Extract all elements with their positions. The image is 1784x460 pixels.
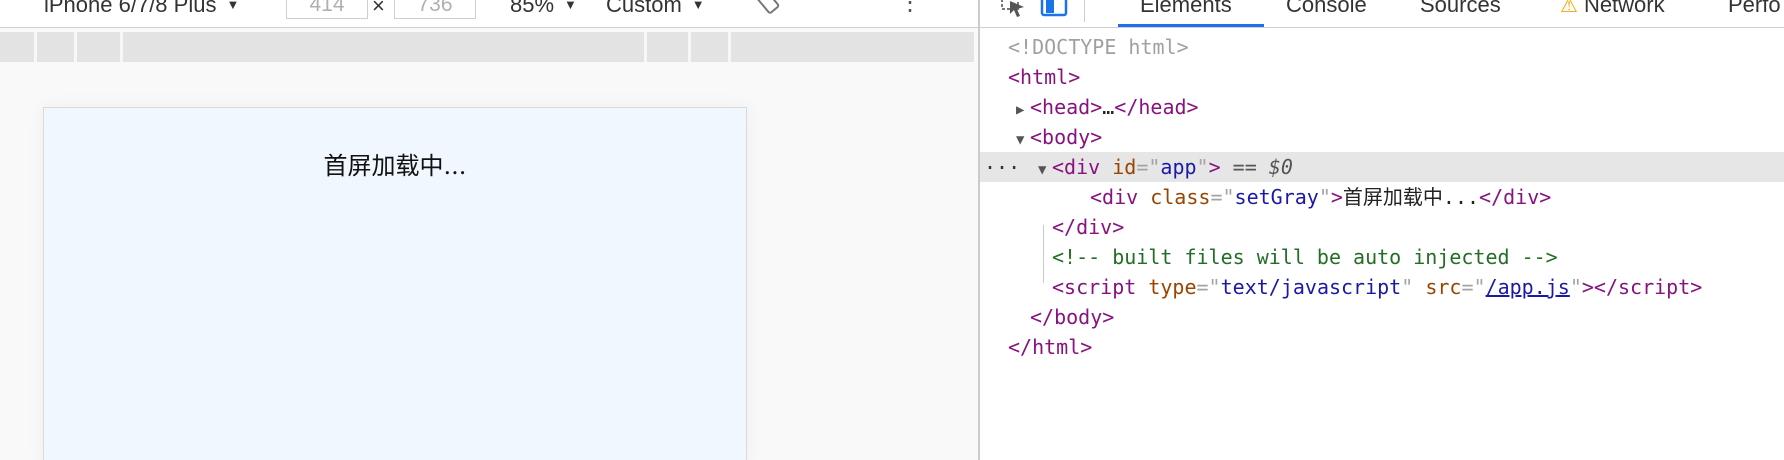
div-gray-tag: div <box>1102 185 1139 209</box>
ruler-divider <box>120 32 123 62</box>
devtools-tabbar: Elements Console Sources ⚠ Network Perfo <box>980 0 1784 28</box>
device-select[interactable]: iPhone 6/7/8 Plus ▼ <box>44 0 239 18</box>
dom-line-body[interactable]: ▼ <body> <box>980 122 1784 152</box>
collapse-triangle-icon[interactable]: ▼ <box>1038 155 1052 185</box>
device-toolbar-toggle[interactable] <box>1040 0 1070 24</box>
chevron-down-icon: ▼ <box>691 0 705 12</box>
chevron-down-icon: ▼ <box>226 0 240 12</box>
ruler-divider <box>74 32 77 62</box>
expand-triangle-icon[interactable]: ▶ <box>1016 95 1030 125</box>
div-app-tag: div <box>1064 155 1101 179</box>
tab-network-label: Network <box>1583 0 1665 17</box>
dom-line-div-app[interactable]: ... ▼ <div id="app"> == $0 <box>980 150 1784 185</box>
script-attr-src: src <box>1425 275 1462 299</box>
div-gray-val: setGray <box>1234 185 1319 209</box>
tab-console[interactable]: Console <box>1286 0 1367 18</box>
height-input[interactable]: 736 <box>394 0 476 19</box>
body-open-tag: <body> <box>1030 125 1103 149</box>
emulated-viewport[interactable]: 首屏加载中... <box>43 107 747 460</box>
html-open-tag: <html> <box>1008 65 1081 89</box>
times-sign: × <box>372 0 385 18</box>
zoom-select[interactable]: 85% ▼ <box>510 0 577 18</box>
device-mode-icon <box>1040 0 1068 17</box>
warning-icon: ⚠ <box>1560 0 1578 17</box>
ruler-divider <box>688 32 691 62</box>
selected-marker: == $0 <box>1232 155 1293 179</box>
width-input[interactable]: 414 <box>286 0 368 19</box>
dom-line-head[interactable]: ▶ <head>…</head> <box>980 92 1784 122</box>
indent-guide <box>1043 225 1044 283</box>
script-close-tag: script <box>1618 275 1691 299</box>
script-tag: script <box>1064 275 1137 299</box>
chevron-down-icon: ▼ <box>564 0 577 12</box>
dom-line-body-close[interactable]: </body> <box>980 302 1784 332</box>
dom-line-comment[interactable]: <!-- built files will be auto injected -… <box>980 242 1784 272</box>
row-more-dots[interactable]: ... <box>984 147 1020 177</box>
inspect-element-button[interactable] <box>1000 0 1028 24</box>
loading-text: 首屏加载中... <box>323 152 467 180</box>
tab-network[interactable]: ⚠ Network <box>1560 0 1665 18</box>
div-gray-attr: class <box>1150 185 1211 209</box>
html-close-tag: </html> <box>1008 335 1093 359</box>
div-gray-text: 首屏加载中... <box>1342 185 1480 209</box>
dom-line-html[interactable]: <html> <box>980 62 1784 92</box>
div-app-attr: id <box>1112 155 1137 179</box>
ruler-divider <box>644 32 647 62</box>
head-close-tag: </head> <box>1114 95 1199 119</box>
ruler-divider <box>728 32 731 62</box>
throttle-value: Custom <box>606 0 682 17</box>
dom-line-html-close[interactable]: </html> <box>980 332 1784 362</box>
device-emulation-pane: iPhone 6/7/8 Plus ▼ 414 × 736 85% ▼ Custom… <box>0 0 978 460</box>
device-name: iPhone 6/7/8 Plus <box>44 0 217 17</box>
ruler-divider <box>34 32 37 62</box>
device-toolbar: iPhone 6/7/8 Plus ▼ 414 × 736 85% ▼ Custom… <box>0 0 978 28</box>
tab-elements[interactable]: Elements <box>1140 0 1232 18</box>
body-close-tag: </body> <box>1030 305 1115 329</box>
script-src-link[interactable]: /app.js <box>1486 275 1570 299</box>
throttle-select[interactable]: Custom ▼ <box>606 0 705 18</box>
media-query-ruler <box>0 32 974 62</box>
head-open-tag: <head> <box>1030 95 1103 119</box>
more-options-icon[interactable]: ⋮ <box>898 0 922 17</box>
dom-line-doctype[interactable]: <!DOCTYPE html> <box>980 32 1784 62</box>
devtools-panel: Elements Console Sources ⚠ Network Perfo … <box>980 0 1784 460</box>
active-tab-indicator <box>1118 24 1264 27</box>
tab-performance[interactable]: Perfo <box>1728 0 1781 18</box>
script-type-val: text/javascript <box>1220 275 1402 299</box>
dom-line-script[interactable]: <script type="text/javascript" src="/app… <box>980 272 1784 302</box>
dom-line-div-close[interactable]: </div> <box>980 212 1784 242</box>
div-app-val: app <box>1160 155 1197 179</box>
rotate-button[interactable] <box>754 0 782 24</box>
script-attr-type: type <box>1148 275 1197 299</box>
dom-line-div-setgray[interactable]: <div class="setGray">首屏加载中...</div> <box>980 182 1784 212</box>
cursor-select-icon <box>1001 0 1024 17</box>
div-app-close: </div> <box>1052 215 1125 239</box>
comment-text: <!-- built files will be auto injected -… <box>1052 245 1558 269</box>
head-collapsed-ellipsis[interactable]: … <box>1102 95 1114 119</box>
zoom-value: 85% <box>510 0 555 17</box>
div-gray-close: </div> <box>1479 185 1552 209</box>
doctype-text: <!DOCTYPE html> <box>1008 35 1189 59</box>
rotate-icon <box>756 0 780 14</box>
toolbar-divider <box>1084 0 1085 22</box>
tab-sources[interactable]: Sources <box>1420 0 1501 18</box>
